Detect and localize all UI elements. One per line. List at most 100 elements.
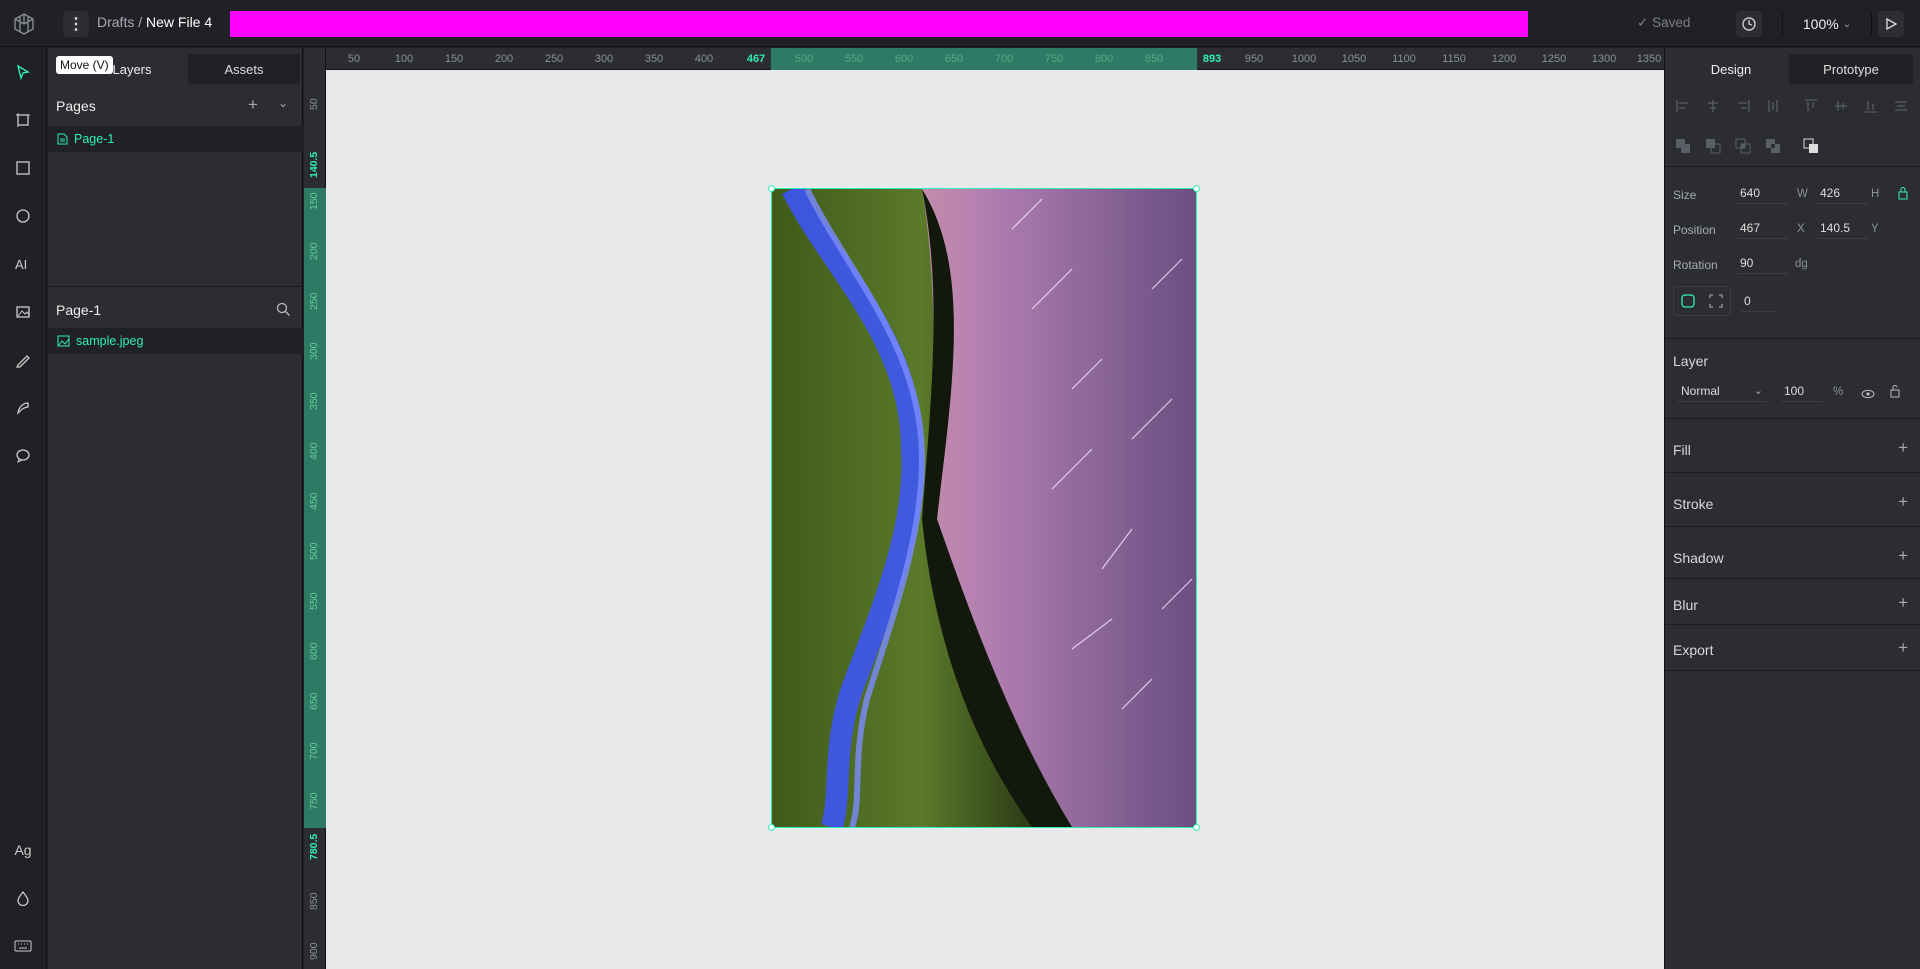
divider — [1665, 472, 1920, 473]
breadcrumb-drafts[interactable]: Drafts — [97, 14, 134, 30]
align-top-icon[interactable] — [1801, 96, 1821, 116]
canvas-viewport[interactable]: 50 100 150 200 250 300 350 400 467 500 5… — [304, 48, 1664, 969]
bool-difference-icon[interactable] — [1703, 136, 1723, 156]
add-blur-icon[interactable]: + — [1898, 593, 1908, 613]
align-center-v-icon[interactable] — [1831, 96, 1851, 116]
play-icon — [1886, 17, 1898, 31]
main-menu-button[interactable]: ⋮ — [63, 11, 89, 37]
highlight-bar — [230, 11, 1528, 37]
tab-assets[interactable]: Assets — [188, 54, 300, 84]
distribute-v-icon[interactable] — [1891, 96, 1911, 116]
radius-input[interactable]: 0 — [1741, 290, 1775, 312]
proportion-lock-icon[interactable] — [1897, 186, 1909, 205]
visibility-eye-icon[interactable] — [1861, 386, 1875, 404]
divider — [1665, 578, 1920, 579]
image-icon[interactable] — [11, 300, 35, 324]
search-icon[interactable] — [276, 302, 291, 322]
distribute-h-icon[interactable] — [1763, 96, 1783, 116]
path-icon[interactable] — [11, 396, 35, 420]
layer-item[interactable]: sample.jpeg — [48, 328, 303, 354]
align-bottom-icon[interactable] — [1861, 96, 1881, 116]
rotation-input[interactable]: 90 — [1737, 252, 1789, 274]
pages-title: Pages — [56, 98, 96, 114]
ruler-tick: 1250 — [1541, 53, 1567, 65]
ruler-tick: 150 — [444, 53, 464, 65]
ruler-tick: 50 — [308, 98, 320, 110]
align-right-icon[interactable] — [1733, 96, 1753, 116]
blend-mode-select[interactable]: Normal ⌄ — [1677, 380, 1767, 402]
text-icon[interactable]: AI — [11, 252, 35, 276]
opacity-input[interactable]: 100 — [1781, 380, 1823, 402]
saved-status: ✓ Saved — [1637, 15, 1690, 31]
position-y-input[interactable]: 140.5 — [1817, 217, 1869, 239]
ruler-tick: 50 — [347, 53, 361, 65]
radius-all-icon[interactable] — [1680, 293, 1696, 314]
history-button[interactable] — [1736, 11, 1762, 37]
ruler-tick: 650 — [944, 53, 964, 65]
ruler-tick: 500 — [308, 542, 320, 560]
penpot-logo-icon[interactable] — [0, 0, 47, 47]
tab-design[interactable]: Design — [1673, 54, 1789, 84]
position-x-unit: X — [1797, 223, 1805, 235]
image-layer-sample[interactable] — [768, 184, 1200, 831]
page-item-label: Page-1 — [74, 132, 115, 146]
view-mode-button[interactable] — [1878, 11, 1904, 37]
ruler-tick: 1300 — [1591, 53, 1617, 65]
ruler-tick: 400 — [694, 53, 714, 65]
page-icon — [57, 133, 68, 145]
ruler-tick: 1050 — [1341, 53, 1367, 65]
divider — [1665, 624, 1920, 625]
tab-prototype[interactable]: Prototype — [1789, 54, 1913, 84]
lock-icon[interactable] — [1889, 384, 1901, 403]
breadcrumb-separator: / — [138, 14, 143, 30]
ruler-tick: 950 — [1244, 53, 1264, 65]
add-export-icon[interactable]: + — [1898, 638, 1908, 658]
curve-icon[interactable] — [11, 348, 35, 372]
add-page-icon[interactable]: + — [248, 95, 258, 115]
typography-icon[interactable]: Ag — [11, 838, 35, 862]
bool-intersection-icon[interactable] — [1733, 136, 1753, 156]
position-x-input[interactable]: 467 — [1737, 217, 1789, 239]
fill-section-title: Fill — [1673, 442, 1691, 458]
ruler-tick-selection-start: 467 — [746, 53, 766, 65]
ellipse-icon[interactable] — [11, 204, 35, 228]
ruler-tick: 200 — [494, 53, 514, 65]
chevron-down-icon[interactable]: ⌄ — [278, 96, 288, 110]
ruler-tick: 650 — [308, 692, 320, 710]
file-name[interactable]: New File 4 — [146, 14, 212, 30]
resize-handle-bottom-left[interactable] — [768, 824, 775, 831]
resize-handle-top-left[interactable] — [768, 185, 775, 192]
add-fill-icon[interactable]: + — [1898, 438, 1908, 458]
shortcuts-icon[interactable] — [11, 934, 35, 958]
color-palette-icon[interactable] — [11, 886, 35, 910]
page-item[interactable]: Page-1 — [48, 126, 303, 152]
pages-header: Pages + ⌄ — [56, 95, 296, 115]
align-left-icon[interactable] — [1673, 96, 1693, 116]
radius-independent-icon[interactable] — [1708, 293, 1724, 314]
rotation-label: Rotation — [1673, 258, 1718, 272]
zoom-dropdown[interactable]: 100% ⌄ — [1782, 12, 1872, 36]
divider — [1665, 670, 1920, 671]
width-input[interactable]: 640 — [1737, 182, 1789, 204]
comments-icon[interactable] — [11, 444, 35, 468]
ruler-tick: 200 — [308, 242, 320, 260]
bool-union-icon[interactable] — [1673, 136, 1693, 156]
bool-exclude-icon[interactable] — [1763, 136, 1783, 156]
ruler-horizontal: 50 100 150 200 250 300 350 400 467 500 5… — [304, 48, 1664, 70]
ruler-tick-selection-start: 140.5 — [308, 151, 320, 178]
rectangle-icon[interactable] — [11, 156, 35, 180]
add-shadow-icon[interactable]: + — [1898, 546, 1908, 566]
flatten-icon[interactable] — [1801, 136, 1821, 156]
align-center-h-icon[interactable] — [1703, 96, 1723, 116]
move-icon[interactable] — [11, 60, 35, 84]
divider — [1665, 418, 1920, 419]
height-input[interactable]: 426 — [1817, 182, 1869, 204]
add-stroke-icon[interactable]: + — [1898, 492, 1908, 512]
ruler-tick: 250 — [308, 292, 320, 310]
resize-handle-top-right[interactable] — [1193, 185, 1200, 192]
board-icon[interactable] — [11, 108, 35, 132]
ruler-tick: 150 — [308, 192, 320, 210]
resize-handle-bottom-right[interactable] — [1193, 824, 1200, 831]
ruler-tick: 850 — [308, 892, 320, 910]
ruler-vertical: 50 140.5 150 200 250 300 350 400 450 500… — [304, 48, 326, 969]
